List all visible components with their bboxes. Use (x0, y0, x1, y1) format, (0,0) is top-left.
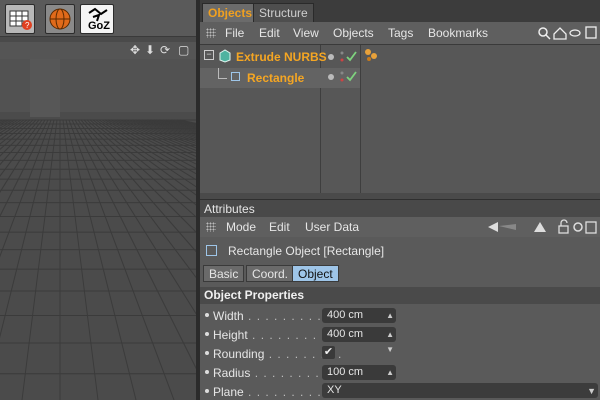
tab-basic[interactable]: Basic (203, 265, 245, 282)
tab-structure[interactable]: Structure (253, 3, 314, 22)
sphere-icon[interactable] (45, 4, 75, 34)
menu-bookmarks[interactable]: Bookmarks (428, 22, 488, 44)
menu-edit[interactable]: Edit (259, 22, 280, 44)
rotate-icon[interactable]: ⟳ (160, 43, 170, 57)
radius-value: 100 cm (327, 366, 364, 378)
rectangle-spline-icon (231, 72, 240, 81)
table-icon[interactable]: ? (5, 4, 35, 34)
animation-dot[interactable] (205, 370, 209, 374)
label-text: Height (213, 328, 248, 342)
home-icon[interactable] (553, 27, 567, 40)
label-text: Plane (213, 385, 244, 399)
grip-icon[interactable] (206, 28, 216, 38)
rounding-checkbox[interactable]: ✔ (322, 346, 335, 359)
plane-value: XY (327, 384, 342, 396)
chevron-down-icon[interactable]: ▼ (587, 384, 596, 399)
search-icon[interactable] (538, 27, 551, 40)
menu-view[interactable]: View (293, 22, 319, 44)
attribute-tools (488, 219, 597, 234)
height-value: 400 cm (327, 328, 364, 340)
arrow-down-icon[interactable]: ⬇ (145, 43, 155, 57)
height-field[interactable]: 400 cm ▲ ▼ (322, 327, 396, 354)
tab-object[interactable]: Object (292, 265, 339, 282)
width-value: 400 cm (327, 309, 364, 321)
panel-tabbar: Objects Structure (200, 0, 600, 22)
column-separator (360, 45, 361, 193)
back-icon[interactable] (488, 222, 516, 232)
viewport-grid (0, 42, 196, 400)
lock-icon[interactable] (558, 219, 569, 234)
up-icon[interactable] (534, 222, 546, 232)
maximize-icon[interactable]: ▢ (178, 43, 189, 57)
animation-dot[interactable] (205, 389, 209, 393)
tab-objects[interactable]: Objects (202, 3, 259, 22)
collapse-icon[interactable]: − (204, 50, 214, 60)
viewport-header: ✥ ⬇ ⟳ ▢ (0, 42, 196, 59)
animation-dot[interactable] (205, 351, 209, 355)
section-title: Object Properties (204, 288, 305, 302)
rectangle-spline-icon (206, 245, 217, 256)
new-window-icon[interactable] (585, 26, 597, 39)
extrude-nurbs-icon (219, 49, 231, 63)
move-icon[interactable]: ✥ (130, 43, 140, 57)
object-properties-header: Object Properties (200, 287, 600, 304)
menu-tags[interactable]: Tags (388, 22, 413, 44)
svg-text:?: ? (25, 21, 30, 30)
3d-viewport[interactable] (0, 42, 196, 400)
width-field[interactable]: 400 cm▲▼ (322, 308, 396, 335)
label-text: Radius (213, 366, 251, 380)
new-window-icon[interactable] (585, 221, 597, 234)
menu-edit[interactable]: Edit (269, 217, 290, 237)
object-visibility-toggles[interactable] (322, 49, 360, 65)
attributes-title-bar: Attributes (200, 199, 600, 218)
object-name[interactable]: Rectangle (247, 71, 304, 85)
radius-field[interactable]: 100 cm▲▼ (322, 365, 396, 392)
goz-button[interactable]: GoZ (80, 4, 114, 34)
attributes-title: Attributes (204, 202, 255, 216)
menu-user-data[interactable]: User Data (305, 217, 359, 237)
animation-dot[interactable] (205, 332, 209, 336)
stepper-icon[interactable]: ▲▼ (386, 327, 394, 357)
object-name[interactable]: Extrude NURBS (236, 50, 327, 64)
manager-tools (538, 26, 597, 40)
animation-dot[interactable] (205, 313, 209, 317)
object-title: Rectangle Object [Rectangle] (228, 244, 385, 258)
tree-connector (218, 68, 227, 79)
menu-objects[interactable]: Objects (333, 22, 374, 44)
tag-icon[interactable] (363, 47, 379, 63)
settings-icon[interactable] (573, 222, 583, 232)
object-visibility-toggles[interactable] (322, 69, 360, 85)
eye-icon[interactable] (569, 29, 581, 37)
menu-mode[interactable]: Mode (226, 217, 256, 237)
object-manager-menubar: File Edit View Objects Tags Bookmarks (200, 22, 600, 45)
plane-dropdown[interactable]: XY ▼ (322, 383, 598, 398)
label-text: Width (213, 309, 244, 323)
attributes-menubar: Mode Edit User Data (200, 217, 600, 237)
viewport-toolbar: ? GoZ (0, 0, 198, 37)
grip-icon[interactable] (206, 222, 216, 232)
label-text: Rounding (213, 347, 265, 361)
sphere-icon-glyph (49, 8, 71, 30)
goz-label: GoZ (88, 20, 110, 32)
tab-coord[interactable]: Coord. (246, 265, 295, 282)
table-icon-glyph: ? (9, 10, 32, 30)
menu-file[interactable]: File (225, 22, 244, 44)
